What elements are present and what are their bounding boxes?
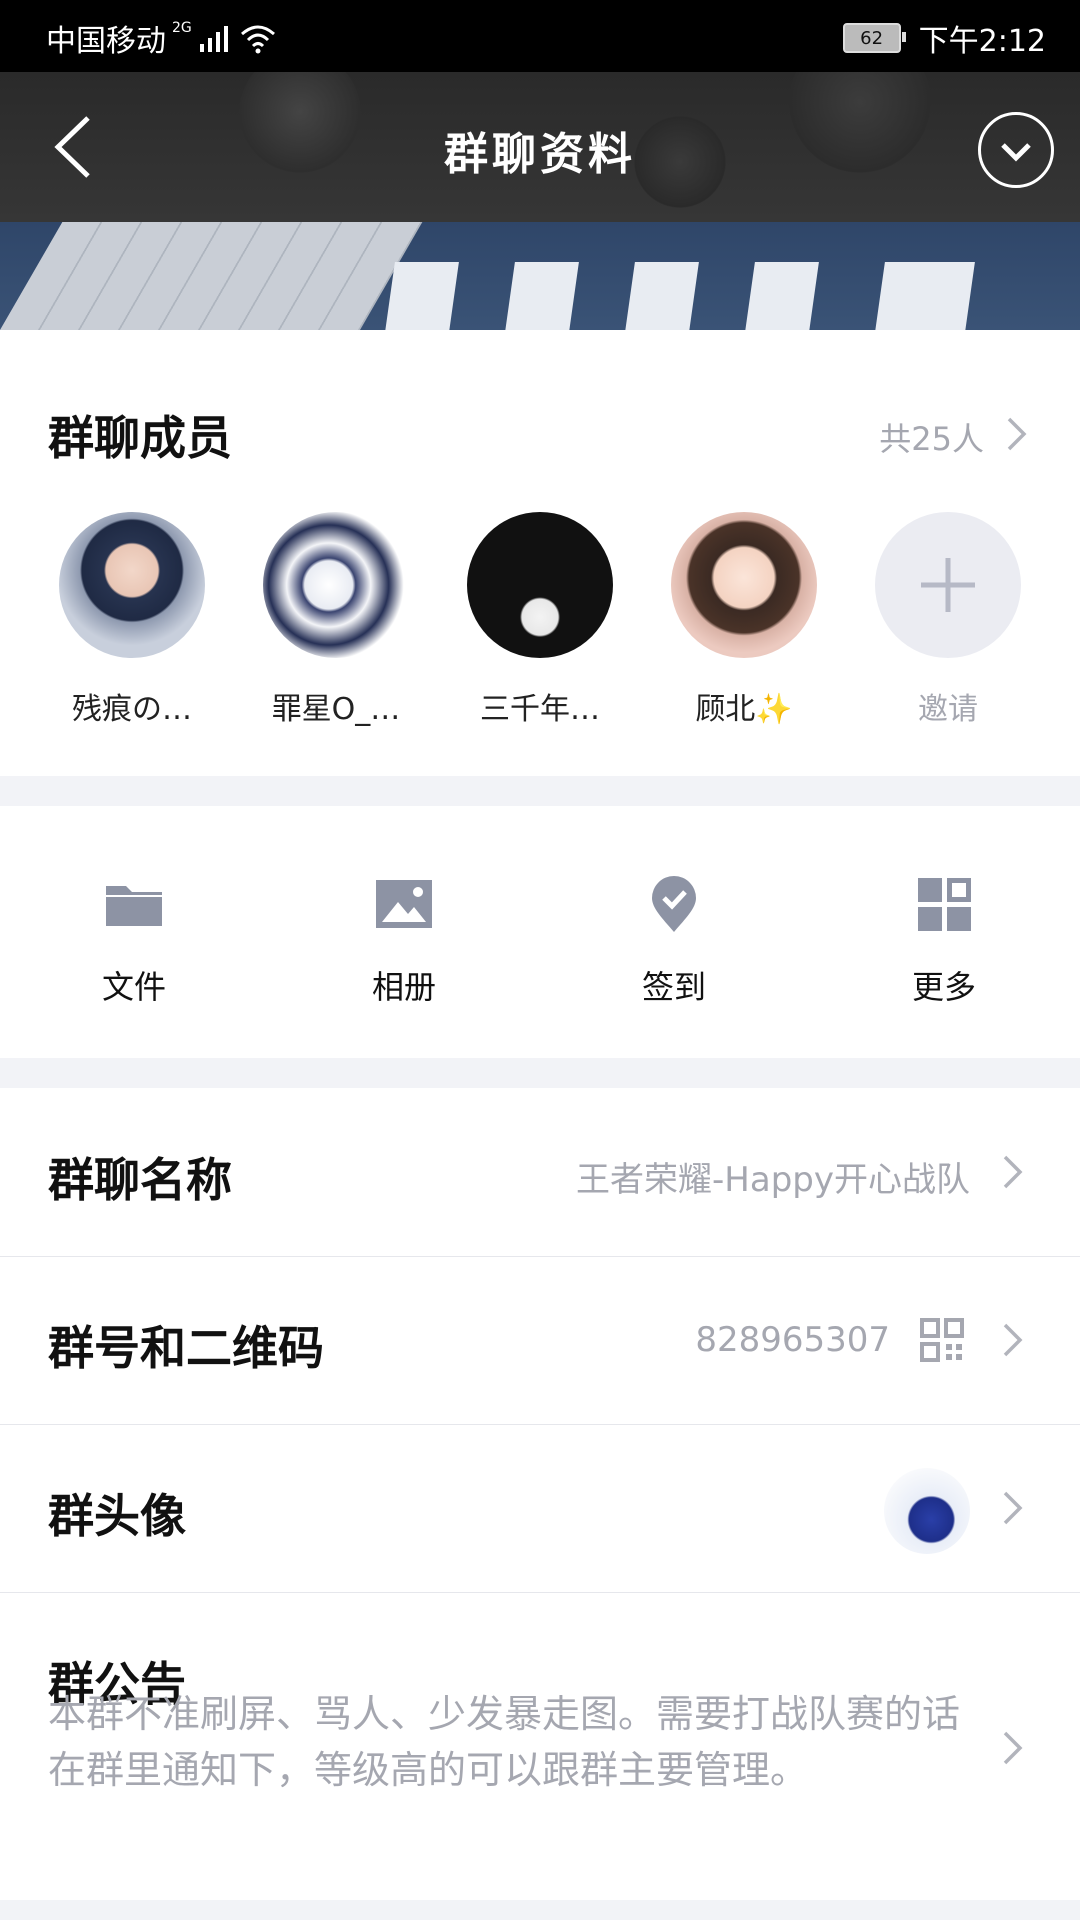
member-name: 顾北✨ (695, 692, 793, 727)
member-name: 罪星O_… (271, 692, 401, 727)
folder-icon (106, 886, 162, 926)
clock: 下午2:12 (918, 24, 1046, 59)
crosswalk-stripe (625, 262, 699, 330)
files-button[interactable]: 文件 (34, 874, 234, 1008)
battery-icon: 62 (842, 23, 906, 53)
bottom-divider (0, 1900, 1080, 1920)
carrier-label: 中国移动 (46, 24, 166, 59)
members-header[interactable]: 群聊成员 共25人 (0, 330, 1080, 480)
wifi-icon (240, 25, 275, 54)
avatar (59, 512, 205, 658)
more-actions-label: 更多 (911, 968, 976, 1006)
member-item[interactable]: 罪星O_… (236, 512, 436, 728)
page-title: 群聊资料 (444, 129, 636, 180)
group-number-label: 群号和二维码 (48, 1321, 324, 1375)
checkin-label: 签到 (641, 968, 706, 1006)
member-item[interactable]: 顾北✨ (644, 512, 844, 728)
header-banner (0, 72, 1080, 330)
group-name-label: 群聊名称 (48, 1153, 232, 1207)
grid-icon (918, 878, 971, 931)
status-right: 62 下午2:12 (842, 16, 1046, 60)
add-icon (875, 512, 1021, 658)
crosswalk-stripe (505, 262, 579, 330)
avatar (263, 512, 409, 658)
chevron-right-icon (1003, 1323, 1023, 1357)
status-left: 中国移动 2G (46, 16, 278, 60)
group-avatar-image (884, 1468, 970, 1554)
member-count: 共25人 (879, 420, 984, 458)
album-button[interactable]: 相册 (304, 874, 504, 1008)
files-label: 文件 (101, 968, 166, 1006)
group-name-row[interactable]: 群聊名称 王者荣耀-Happy开心战队 (0, 1088, 1080, 1257)
status-bar: 中国移动 2G 62 下午2:12 (0, 0, 1080, 72)
chevron-right-icon (1003, 1731, 1023, 1765)
member-name: 残痕の… (72, 692, 192, 727)
section-divider (0, 776, 1080, 806)
section-divider (0, 1058, 1080, 1088)
group-name-value: 王者荣耀-Happy开心战队 (576, 1160, 970, 1200)
group-number-value: 828965307 (695, 1320, 890, 1360)
avatar (671, 512, 817, 658)
group-avatar-label: 群头像 (48, 1489, 186, 1543)
image-icon (376, 880, 432, 928)
group-number-row[interactable]: 群号和二维码 828965307 (0, 1256, 1080, 1425)
avatar (467, 512, 613, 658)
invite-button[interactable]: 邀请 (848, 512, 1048, 728)
crosswalk-stripe (385, 262, 459, 330)
more-button[interactable] (978, 112, 1054, 188)
signal-icon (199, 26, 228, 52)
group-notice-text: 本群不准刷屏、骂人、少发暴走图。需要打战队赛的话在群里通知下，等级高的可以跟群主… (48, 1692, 961, 1792)
network-type: 2G (172, 20, 192, 36)
member-name: 三千年… (480, 692, 600, 727)
banner-image-sidewalk (0, 222, 423, 330)
more-actions-button[interactable]: 更多 (844, 874, 1044, 1008)
checkin-button[interactable]: 签到 (574, 874, 774, 1008)
chevron-right-icon (1003, 1155, 1023, 1189)
chevron-right-icon (1003, 1491, 1023, 1525)
qr-code-icon[interactable] (920, 1318, 964, 1362)
member-list: 残痕の… 罪星O_… 三千年… 顾北✨ 邀请 (0, 512, 1080, 732)
chevron-right-icon (1007, 417, 1027, 451)
album-label: 相册 (371, 968, 436, 1006)
invite-label: 邀请 (918, 692, 978, 727)
quick-actions: 文件 相册 签到 更多 (0, 806, 1080, 1058)
checkin-icon (652, 876, 696, 932)
battery-level: 62 (860, 27, 884, 49)
member-item[interactable]: 三千年… (440, 512, 640, 728)
crosswalk-stripe (875, 262, 975, 330)
crosswalk-stripe (745, 262, 819, 330)
members-title: 群聊成员 (48, 411, 232, 465)
chevron-down-icon (1001, 143, 1031, 162)
member-item[interactable]: 残痕の… (32, 512, 232, 728)
